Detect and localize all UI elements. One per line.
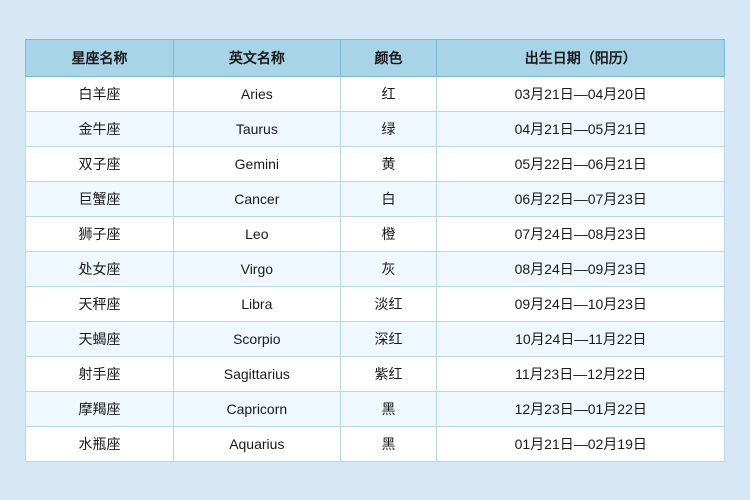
table-header-row: 星座名称 英文名称 颜色 出生日期（阳历） [26,39,725,76]
cell-chinese-name: 天秤座 [26,286,174,321]
cell-chinese-name: 射手座 [26,356,174,391]
header-dates: 出生日期（阳历） [437,39,725,76]
cell-english-name: Scorpio [174,321,341,356]
cell-english-name: Libra [174,286,341,321]
cell-chinese-name: 摩羯座 [26,391,174,426]
table-row: 水瓶座Aquarius黑01月21日—02月19日 [26,426,725,461]
cell-dates: 08月24日—09月23日 [437,251,725,286]
cell-color: 红 [340,76,437,111]
table-row: 白羊座Aries红03月21日—04月20日 [26,76,725,111]
cell-english-name: Taurus [174,111,341,146]
cell-english-name: Leo [174,216,341,251]
cell-chinese-name: 天蝎座 [26,321,174,356]
cell-dates: 04月21日—05月21日 [437,111,725,146]
cell-color: 橙 [340,216,437,251]
table-row: 处女座Virgo灰08月24日—09月23日 [26,251,725,286]
table-row: 双子座Gemini黄05月22日—06月21日 [26,146,725,181]
cell-dates: 05月22日—06月21日 [437,146,725,181]
cell-chinese-name: 处女座 [26,251,174,286]
cell-english-name: Virgo [174,251,341,286]
cell-english-name: Gemini [174,146,341,181]
table-row: 天蝎座Scorpio深红10月24日—11月22日 [26,321,725,356]
table-row: 金牛座Taurus绿04月21日—05月21日 [26,111,725,146]
cell-color: 黑 [340,391,437,426]
cell-dates: 12月23日—01月22日 [437,391,725,426]
cell-dates: 03月21日—04月20日 [437,76,725,111]
cell-dates: 06月22日—07月23日 [437,181,725,216]
cell-chinese-name: 双子座 [26,146,174,181]
cell-dates: 09月24日—10月23日 [437,286,725,321]
cell-color: 白 [340,181,437,216]
cell-english-name: Aquarius [174,426,341,461]
cell-color: 深红 [340,321,437,356]
zodiac-table-container: 星座名称 英文名称 颜色 出生日期（阳历） 白羊座Aries红03月21日—04… [15,29,735,472]
cell-english-name: Aries [174,76,341,111]
cell-chinese-name: 白羊座 [26,76,174,111]
table-body: 白羊座Aries红03月21日—04月20日金牛座Taurus绿04月21日—0… [26,76,725,461]
cell-color: 绿 [340,111,437,146]
zodiac-table: 星座名称 英文名称 颜色 出生日期（阳历） 白羊座Aries红03月21日—04… [25,39,725,462]
cell-chinese-name: 巨蟹座 [26,181,174,216]
header-chinese-name: 星座名称 [26,39,174,76]
cell-color: 紫红 [340,356,437,391]
table-row: 天秤座Libra淡红09月24日—10月23日 [26,286,725,321]
cell-color: 灰 [340,251,437,286]
header-english-name: 英文名称 [174,39,341,76]
cell-english-name: Cancer [174,181,341,216]
cell-color: 黄 [340,146,437,181]
table-row: 巨蟹座Cancer白06月22日—07月23日 [26,181,725,216]
cell-color: 淡红 [340,286,437,321]
cell-dates: 01月21日—02月19日 [437,426,725,461]
cell-dates: 10月24日—11月22日 [437,321,725,356]
cell-chinese-name: 金牛座 [26,111,174,146]
cell-color: 黑 [340,426,437,461]
table-row: 狮子座Leo橙07月24日—08月23日 [26,216,725,251]
cell-chinese-name: 狮子座 [26,216,174,251]
cell-chinese-name: 水瓶座 [26,426,174,461]
cell-dates: 07月24日—08月23日 [437,216,725,251]
cell-dates: 11月23日—12月22日 [437,356,725,391]
cell-english-name: Sagittarius [174,356,341,391]
cell-english-name: Capricorn [174,391,341,426]
header-color: 颜色 [340,39,437,76]
table-row: 摩羯座Capricorn黑12月23日—01月22日 [26,391,725,426]
table-row: 射手座Sagittarius紫红11月23日—12月22日 [26,356,725,391]
